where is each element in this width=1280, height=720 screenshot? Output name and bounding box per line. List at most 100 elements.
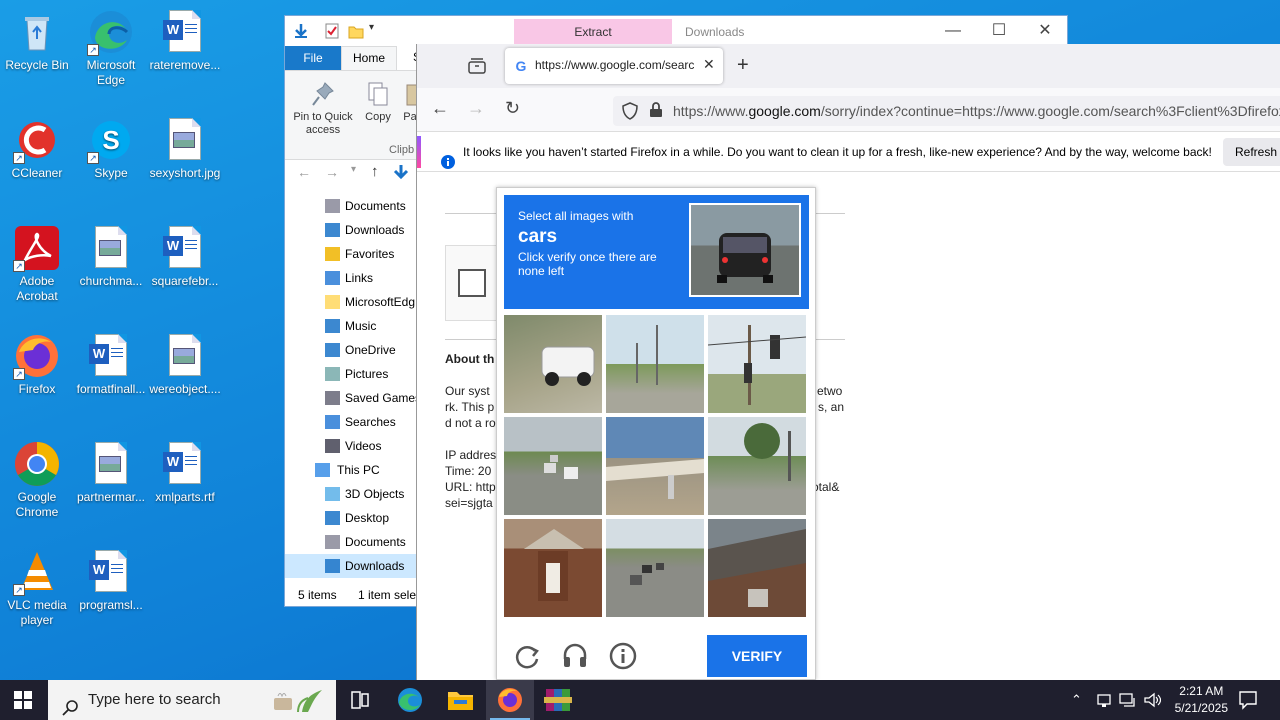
nav-item-favorites[interactable]: Favorites [285, 242, 419, 266]
nav-item-documents[interactable]: Documents [285, 194, 419, 218]
minimize-button[interactable]: — [930, 16, 976, 46]
refresh-firefox-button[interactable]: Refresh F [1223, 138, 1280, 166]
paste-icon [403, 81, 417, 107]
back-arrow-icon[interactable]: ← [297, 164, 311, 180]
tracking-shield-icon[interactable] [622, 102, 638, 120]
nav-item-pictures[interactable]: Pictures [285, 362, 419, 386]
lock-icon[interactable] [649, 102, 663, 118]
recaptcha-checkbox[interactable] [458, 269, 486, 297]
tab-close-icon[interactable]: ✕ [703, 56, 715, 73]
nav-item-saved-games[interactable]: Saved Games [285, 386, 421, 410]
nav-item-music[interactable]: Music [285, 314, 419, 338]
desktop-icon-firefox[interactable]: ↗ Firefox [1, 332, 73, 397]
help-info-icon[interactable] [609, 642, 637, 670]
desktop-icon-chrome[interactable]: Google Chrome [1, 440, 73, 520]
desktop-icon-squarefebr[interactable]: W squarefebr... [149, 224, 221, 289]
grid-tile[interactable] [606, 519, 704, 617]
task-view-button[interactable] [336, 680, 384, 720]
grid-tile[interactable] [708, 519, 806, 617]
nav-item-this-pc[interactable]: This PC [285, 458, 419, 482]
grid-tile[interactable] [708, 417, 806, 515]
pin-to-quick-access-button[interactable]: Pin to Quick access [291, 81, 355, 137]
grid-tile[interactable] [504, 315, 602, 413]
nav-item-documents[interactable]: Documents [285, 530, 419, 554]
tab-home[interactable]: Home [341, 46, 397, 70]
desktop-icon-rateremove[interactable]: W rateremove... [149, 8, 221, 73]
taskbar-file-explorer[interactable] [436, 680, 484, 720]
network-icon[interactable] [1119, 692, 1137, 708]
grid-tile[interactable] [504, 519, 602, 617]
desktop-icon-churchma[interactable]: churchma... [75, 224, 147, 289]
taskbar-clock[interactable]: 2:21 AM 5/21/2025 [1175, 683, 1228, 717]
sei-text: sei=sjgta [445, 496, 493, 510]
new-tab-button[interactable]: + [737, 54, 749, 77]
nav-item-downloads[interactable]: Downloads [285, 218, 419, 242]
paste-button[interactable]: Pa [403, 81, 417, 124]
desktop-icon-edge[interactable]: ↗ Microsoft Edge [75, 8, 147, 88]
device-icon[interactable] [1096, 692, 1112, 708]
challenge-target: cars [518, 226, 558, 247]
word-doc-icon: W [87, 548, 135, 596]
quick-access-download-icon[interactable] [293, 23, 309, 39]
desktop-icon-ccleaner[interactable]: ↗ CCleaner [1, 116, 73, 181]
nav-item-onedrive[interactable]: OneDrive [285, 338, 419, 362]
nav-item-3d-objects[interactable]: 3D Objects [285, 482, 419, 506]
grid-tile[interactable] [606, 315, 704, 413]
firefox-view-icon[interactable] [467, 57, 487, 75]
nav-item-searches[interactable]: Searches [285, 410, 419, 434]
nav-item-videos[interactable]: Videos [285, 434, 419, 458]
desktop-icon-acrobat[interactable]: ↗ Adobe Acrobat [1, 224, 73, 304]
desktop-icon-formatfinall[interactable]: W formatfinall... [75, 332, 147, 397]
new-folder-icon[interactable] [348, 23, 364, 39]
nav-item-desktop[interactable]: Desktop [285, 506, 419, 530]
desktop-icon-skype[interactable]: S ↗ Skype [75, 116, 147, 181]
search-placeholder: Type here to search [88, 691, 221, 708]
windows-start-icon[interactable] [14, 691, 32, 709]
desktop-icon-recycle-bin[interactable]: Recycle Bin [1, 8, 73, 73]
desktop-icon-wereobject[interactable]: wereobject.... [149, 332, 221, 397]
reload-button[interactable]: ↻ [505, 98, 520, 119]
taskbar-search-box[interactable]: Type here to search [48, 680, 336, 720]
tab-file[interactable]: File [285, 46, 341, 70]
desktop-icon-partnermar[interactable]: partnermar... [75, 440, 147, 505]
taskbar-firefox[interactable] [486, 680, 534, 720]
recent-locations-icon[interactable]: ▾ [351, 164, 356, 175]
taskbar-winrar[interactable] [534, 680, 582, 720]
desktop-icon-programsl[interactable]: W programsl... [75, 548, 147, 613]
winrar-icon [544, 689, 572, 711]
grid-tile[interactable] [606, 417, 704, 515]
verify-button[interactable]: VERIFY [707, 635, 807, 677]
forward-arrow-icon[interactable]: → [325, 164, 339, 180]
audio-challenge-icon[interactable] [561, 641, 589, 671]
close-button[interactable]: ✕ [1022, 16, 1068, 46]
window-title: Downloads [685, 25, 745, 39]
properties-icon[interactable] [325, 23, 339, 39]
back-button[interactable]: ← [431, 98, 449, 119]
volume-icon[interactable] [1143, 691, 1162, 709]
grid-tile[interactable] [504, 417, 602, 515]
3d-objects-icon [325, 487, 340, 501]
tab-extract[interactable]: Extract [514, 19, 672, 45]
reload-challenge-icon[interactable] [513, 643, 541, 671]
skype-icon: S ↗ [87, 116, 135, 164]
maximize-button[interactable]: ☐ [976, 16, 1022, 46]
copy-button[interactable]: Copy [361, 81, 395, 124]
notification-center-icon[interactable] [1238, 690, 1258, 710]
desktop-icon-xmlparts[interactable]: W xmlparts.rtf [149, 440, 221, 505]
url-bar[interactable]: https://www.google.com/sorry/index?conti… [613, 96, 1280, 126]
desktop-icon-vlc[interactable]: ↗ VLC media player [1, 548, 73, 628]
up-arrow-icon[interactable]: ↑ [371, 163, 379, 180]
status-item-count: 5 items [298, 588, 337, 602]
nav-item-microsoftedg[interactable]: MicrosoftEdg [285, 290, 419, 314]
nav-item-downloads[interactable]: Downloads [285, 554, 419, 578]
forward-button[interactable]: → [467, 98, 485, 119]
taskbar-edge[interactable] [386, 680, 434, 720]
desktop-icon-sexyshort[interactable]: sexyshort.jpg [149, 116, 221, 181]
show-hidden-icons-chevron-icon[interactable]: ⌃ [1071, 692, 1082, 708]
customize-qat-icon[interactable]: ▾ [369, 22, 374, 33]
nav-item-links[interactable]: Links [285, 266, 419, 290]
challenge-subtext: Click verify once there are none left [518, 250, 657, 278]
grid-tile[interactable] [708, 315, 806, 413]
browser-tab[interactable]: G https://www.google.com/searc ✕ [505, 48, 723, 84]
acrobat-icon: ↗ [13, 224, 61, 272]
